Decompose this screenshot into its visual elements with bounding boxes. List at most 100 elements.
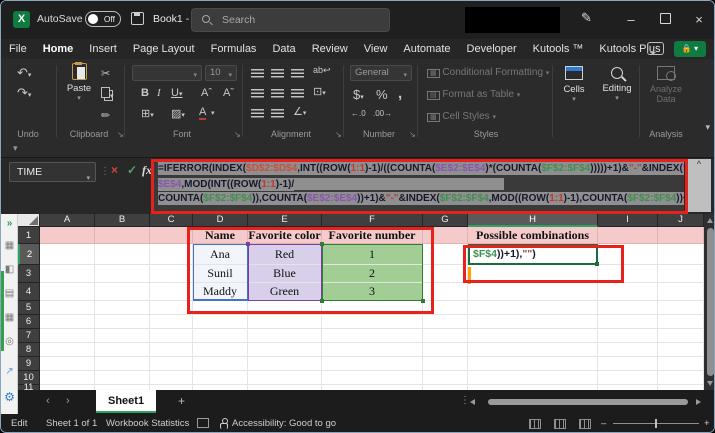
grow-font-icon[interactable]: Aˆ	[201, 87, 212, 99]
cell-C10[interactable]	[150, 371, 193, 385]
number-format-combo[interactable]: General ▾	[350, 65, 412, 81]
formula-bar-grip[interactable]: ⋮	[100, 166, 110, 177]
comma-style-icon[interactable]: ,	[398, 85, 402, 102]
horizontal-scroll-thumb[interactable]	[488, 399, 688, 405]
orientation-icon[interactable]: ∠▾	[293, 105, 306, 118]
column-header-B[interactable]: B	[95, 214, 150, 227]
cell-D7[interactable]	[193, 329, 248, 343]
cell-F9[interactable]	[322, 357, 423, 371]
share-button[interactable]: 🔒 ▾	[674, 41, 706, 57]
cell-F8[interactable]	[322, 343, 423, 357]
cell-C3[interactable]	[150, 265, 193, 283]
cell-B10[interactable]	[95, 371, 150, 385]
cell-I7[interactable]	[598, 329, 658, 343]
insert-function-icon[interactable]: fx	[142, 163, 152, 178]
cell-F1[interactable]: Favorite number	[322, 227, 423, 244]
wrap-text-icon[interactable]: ab↩	[313, 65, 331, 76]
italic-button[interactable]: I	[157, 87, 161, 99]
cell-B3[interactable]	[95, 265, 150, 283]
align-bottom-icon[interactable]	[291, 69, 304, 78]
tab-page-layout[interactable]: Page Layout	[125, 39, 203, 59]
vertical-scrollbar[interactable]	[704, 214, 714, 390]
decrease-decimal-icon[interactable]: .00→	[373, 109, 392, 118]
cell-D10[interactable]	[193, 371, 248, 385]
cell-H6[interactable]	[468, 315, 598, 329]
cell-B8[interactable]	[95, 343, 150, 357]
cell-F6[interactable]	[322, 315, 423, 329]
conditional-formatting-button[interactable]: ▦ Conditional Formatting ▾	[427, 67, 549, 78]
cell-D1[interactable]: Name	[193, 227, 248, 244]
cell-styles-button[interactable]: ▩ Cell Styles ▾	[427, 111, 496, 122]
scroll-down-icon[interactable]	[707, 381, 713, 386]
cell-G3[interactable]	[423, 265, 468, 283]
column-header-F[interactable]: F	[322, 214, 423, 227]
row-header-5[interactable]: 5	[18, 301, 40, 315]
column-header-E[interactable]: E	[248, 214, 322, 227]
cell-D4[interactable]: Maddy	[193, 283, 248, 301]
column-header-D[interactable]: D	[193, 214, 248, 227]
cell-D2[interactable]: Ana	[193, 244, 248, 265]
zoom-slider-thumb[interactable]	[655, 419, 657, 428]
fill-color-icon[interactable]: ▨▾	[171, 107, 185, 120]
cell-H1[interactable]: Possible combinations	[468, 227, 598, 244]
cell-F5[interactable]	[322, 301, 423, 315]
cell-A5[interactable]	[40, 301, 95, 315]
row-header-3[interactable]: 3	[18, 265, 40, 283]
format-as-table-button[interactable]: ▤ Format as Table ▾	[427, 89, 520, 100]
cell-J9[interactable]	[658, 357, 704, 371]
cell-C8[interactable]	[150, 343, 193, 357]
cell-D9[interactable]	[193, 357, 248, 371]
copy-icon[interactable]: ▾	[101, 87, 114, 101]
tab-view[interactable]: View	[356, 39, 396, 59]
cell-C9[interactable]	[150, 357, 193, 371]
font-color-icon[interactable]: A	[199, 107, 207, 120]
cell-A8[interactable]	[40, 343, 95, 357]
cell-C2[interactable]	[150, 244, 193, 265]
cell-A2[interactable]	[40, 244, 95, 265]
zoom-in-icon[interactable]: +	[704, 418, 710, 429]
comments-icon[interactable]	[647, 42, 664, 55]
align-middle-icon[interactable]	[271, 69, 284, 78]
cell-H10[interactable]	[468, 371, 598, 385]
close-button[interactable]: ×	[682, 1, 714, 39]
cancel-entry-icon[interactable]: ×	[111, 163, 118, 177]
cells-button[interactable]: Cells ▾	[556, 63, 592, 129]
cell-B6[interactable]	[95, 315, 150, 329]
cell-F7[interactable]	[322, 329, 423, 343]
cell-G10[interactable]	[423, 371, 468, 385]
vertical-scroll-thumb[interactable]	[706, 228, 714, 376]
tab-data[interactable]: Data	[264, 39, 303, 59]
align-top-icon[interactable]	[251, 69, 264, 78]
search-input[interactable]: Search	[191, 8, 390, 32]
row-header-4[interactable]: 4	[18, 283, 40, 301]
column-header-A[interactable]: A	[40, 214, 95, 227]
collapse-ribbon-icon[interactable]: ▾	[13, 143, 18, 154]
cell-C4[interactable]	[150, 283, 193, 301]
macro-record-icon[interactable]	[197, 418, 209, 428]
redo-icon[interactable]: ↷▾	[17, 85, 31, 101]
merge-center-icon[interactable]: ⊡▾	[313, 85, 326, 98]
cell-F10[interactable]	[322, 371, 423, 385]
cell-C5[interactable]	[150, 301, 193, 315]
page-layout-view-icon[interactable]	[554, 419, 566, 429]
cell-B1[interactable]	[95, 227, 150, 244]
maximize-button[interactable]	[648, 1, 682, 39]
cell-J6[interactable]	[658, 315, 704, 329]
align-left-icon[interactable]	[251, 89, 264, 98]
prev-sheet-icon[interactable]: ‹	[46, 395, 50, 407]
tab-developer[interactable]: Developer	[459, 39, 525, 59]
row-header-9[interactable]: 9	[18, 357, 40, 371]
cell-B2[interactable]	[95, 244, 150, 265]
clipboard-dialog-launcher[interactable]: ↘	[117, 130, 124, 139]
cell-E1[interactable]: Favorite color	[248, 227, 322, 244]
cell-J3[interactable]	[658, 265, 704, 283]
workbook-statistics[interactable]: Workbook Statistics	[106, 418, 189, 429]
undo-icon[interactable]: ↶▾	[17, 65, 31, 81]
cell-G2[interactable]	[423, 244, 468, 265]
format-painter-icon[interactable]: ✏	[101, 109, 110, 122]
hscroll-left-icon[interactable]	[470, 399, 475, 405]
cell-I4[interactable]	[598, 283, 658, 301]
hscroll-right-icon[interactable]	[696, 399, 701, 405]
cell-E8[interactable]	[248, 343, 322, 357]
tab-home[interactable]: Home	[34, 39, 82, 61]
